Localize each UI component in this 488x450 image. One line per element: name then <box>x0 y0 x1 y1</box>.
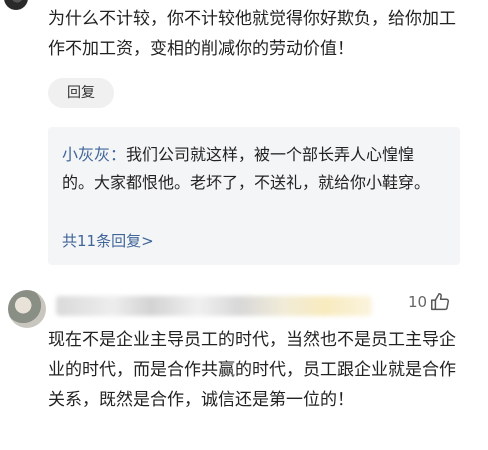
thumbs-up-icon <box>431 293 450 311</box>
comment-text: 现在不是企业主导员工的时代，当然也不是员工主导企业的时代，而是合作共赢的时代，员… <box>48 330 456 410</box>
comment-text: 为什么不计较，你不计较他就觉得你好欺负，给你加工作不加工资，变相的削减你的劳动价… <box>48 9 456 59</box>
reply-preview-text: 小灰灰：我们公司就这样，被一个部长弄人心惶惶的。大家都恨他。老坏了，不送礼，就给… <box>62 141 446 197</box>
view-all-replies-link[interactable]: 共11条回复> <box>62 227 154 255</box>
avatar[interactable] <box>4 0 28 10</box>
reply-button[interactable]: 回复 <box>48 78 114 108</box>
like-count: 10 <box>408 293 428 311</box>
like-button[interactable]: 10 <box>408 288 451 316</box>
reply-username[interactable]: 小灰灰 <box>62 145 110 164</box>
username-redacted <box>56 296 372 316</box>
avatar[interactable] <box>8 290 46 328</box>
reply-separator: ： <box>110 145 127 164</box>
replies-preview[interactable]: 小灰灰：我们公司就这样，被一个部长弄人心惶惶的。大家都恨他。老坏了，不送礼，就给… <box>48 127 460 265</box>
